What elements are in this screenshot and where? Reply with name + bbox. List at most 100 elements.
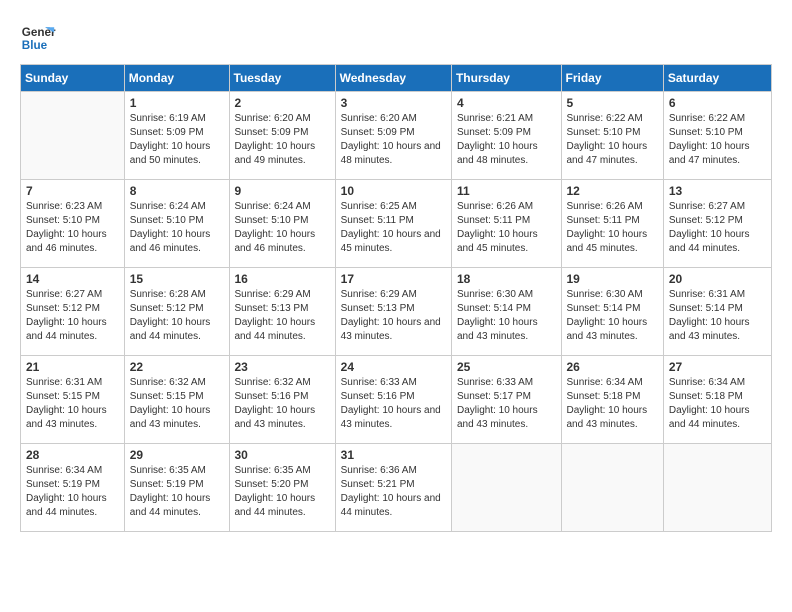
day-number: 2 <box>235 96 330 110</box>
svg-text:Blue: Blue <box>22 39 48 52</box>
day-info: Sunrise: 6:30 AM Sunset: 5:14 PM Dayligh… <box>457 288 556 344</box>
day-info: Sunrise: 6:27 AM Sunset: 5:12 PM Dayligh… <box>26 288 119 344</box>
day-number: 8 <box>130 184 224 198</box>
calendar-cell: 16 Sunrise: 6:29 AM Sunset: 5:13 PM Dayl… <box>229 268 335 356</box>
logo-icon: General Blue <box>20 20 56 56</box>
calendar-cell: 18 Sunrise: 6:30 AM Sunset: 5:14 PM Dayl… <box>451 268 561 356</box>
calendar-cell: 15 Sunrise: 6:28 AM Sunset: 5:12 PM Dayl… <box>124 268 229 356</box>
day-info: Sunrise: 6:34 AM Sunset: 5:19 PM Dayligh… <box>26 464 119 520</box>
day-number: 23 <box>235 360 330 374</box>
calendar-cell: 6 Sunrise: 6:22 AM Sunset: 5:10 PM Dayli… <box>663 92 771 180</box>
calendar-cell: 25 Sunrise: 6:33 AM Sunset: 5:17 PM Dayl… <box>451 356 561 444</box>
calendar-cell: 5 Sunrise: 6:22 AM Sunset: 5:10 PM Dayli… <box>561 92 663 180</box>
day-number: 27 <box>669 360 766 374</box>
day-number: 21 <box>26 360 119 374</box>
day-info: Sunrise: 6:20 AM Sunset: 5:09 PM Dayligh… <box>341 112 446 168</box>
calendar-cell <box>21 92 125 180</box>
day-info: Sunrise: 6:31 AM Sunset: 5:15 PM Dayligh… <box>26 376 119 432</box>
weekday-header-tuesday: Tuesday <box>229 65 335 92</box>
day-info: Sunrise: 6:25 AM Sunset: 5:11 PM Dayligh… <box>341 200 446 256</box>
week-row-4: 21 Sunrise: 6:31 AM Sunset: 5:15 PM Dayl… <box>21 356 772 444</box>
day-number: 30 <box>235 448 330 462</box>
day-info: Sunrise: 6:29 AM Sunset: 5:13 PM Dayligh… <box>235 288 330 344</box>
day-number: 16 <box>235 272 330 286</box>
day-info: Sunrise: 6:34 AM Sunset: 5:18 PM Dayligh… <box>669 376 766 432</box>
calendar-cell: 27 Sunrise: 6:34 AM Sunset: 5:18 PM Dayl… <box>663 356 771 444</box>
day-number: 18 <box>457 272 556 286</box>
calendar-cell: 9 Sunrise: 6:24 AM Sunset: 5:10 PM Dayli… <box>229 180 335 268</box>
weekday-header-saturday: Saturday <box>663 65 771 92</box>
day-info: Sunrise: 6:29 AM Sunset: 5:13 PM Dayligh… <box>341 288 446 344</box>
calendar-cell <box>451 444 561 532</box>
day-number: 5 <box>567 96 658 110</box>
day-number: 22 <box>130 360 224 374</box>
day-info: Sunrise: 6:36 AM Sunset: 5:21 PM Dayligh… <box>341 464 446 520</box>
calendar-cell: 19 Sunrise: 6:30 AM Sunset: 5:14 PM Dayl… <box>561 268 663 356</box>
day-info: Sunrise: 6:34 AM Sunset: 5:18 PM Dayligh… <box>567 376 658 432</box>
day-info: Sunrise: 6:26 AM Sunset: 5:11 PM Dayligh… <box>457 200 556 256</box>
day-info: Sunrise: 6:27 AM Sunset: 5:12 PM Dayligh… <box>669 200 766 256</box>
day-number: 10 <box>341 184 446 198</box>
day-number: 1 <box>130 96 224 110</box>
calendar-cell <box>663 444 771 532</box>
calendar-cell: 29 Sunrise: 6:35 AM Sunset: 5:19 PM Dayl… <box>124 444 229 532</box>
calendar-cell: 10 Sunrise: 6:25 AM Sunset: 5:11 PM Dayl… <box>335 180 451 268</box>
day-info: Sunrise: 6:24 AM Sunset: 5:10 PM Dayligh… <box>235 200 330 256</box>
calendar-cell: 11 Sunrise: 6:26 AM Sunset: 5:11 PM Dayl… <box>451 180 561 268</box>
calendar-cell: 2 Sunrise: 6:20 AM Sunset: 5:09 PM Dayli… <box>229 92 335 180</box>
calendar-cell: 17 Sunrise: 6:29 AM Sunset: 5:13 PM Dayl… <box>335 268 451 356</box>
day-info: Sunrise: 6:35 AM Sunset: 5:19 PM Dayligh… <box>130 464 224 520</box>
weekday-header-sunday: Sunday <box>21 65 125 92</box>
day-number: 6 <box>669 96 766 110</box>
day-number: 19 <box>567 272 658 286</box>
weekday-header-row: SundayMondayTuesdayWednesdayThursdayFrid… <box>21 65 772 92</box>
day-info: Sunrise: 6:23 AM Sunset: 5:10 PM Dayligh… <box>26 200 119 256</box>
calendar-cell: 8 Sunrise: 6:24 AM Sunset: 5:10 PM Dayli… <box>124 180 229 268</box>
day-number: 17 <box>341 272 446 286</box>
week-row-1: 1 Sunrise: 6:19 AM Sunset: 5:09 PM Dayli… <box>21 92 772 180</box>
calendar-cell: 22 Sunrise: 6:32 AM Sunset: 5:15 PM Dayl… <box>124 356 229 444</box>
day-number: 25 <box>457 360 556 374</box>
calendar-cell: 14 Sunrise: 6:27 AM Sunset: 5:12 PM Dayl… <box>21 268 125 356</box>
day-info: Sunrise: 6:22 AM Sunset: 5:10 PM Dayligh… <box>567 112 658 168</box>
calendar-cell: 28 Sunrise: 6:34 AM Sunset: 5:19 PM Dayl… <box>21 444 125 532</box>
day-number: 20 <box>669 272 766 286</box>
day-info: Sunrise: 6:30 AM Sunset: 5:14 PM Dayligh… <box>567 288 658 344</box>
day-number: 7 <box>26 184 119 198</box>
day-number: 24 <box>341 360 446 374</box>
day-number: 14 <box>26 272 119 286</box>
calendar-cell: 3 Sunrise: 6:20 AM Sunset: 5:09 PM Dayli… <box>335 92 451 180</box>
calendar-cell: 12 Sunrise: 6:26 AM Sunset: 5:11 PM Dayl… <box>561 180 663 268</box>
page-header: General Blue <box>20 20 772 56</box>
calendar-cell: 4 Sunrise: 6:21 AM Sunset: 5:09 PM Dayli… <box>451 92 561 180</box>
calendar-cell: 20 Sunrise: 6:31 AM Sunset: 5:14 PM Dayl… <box>663 268 771 356</box>
day-info: Sunrise: 6:35 AM Sunset: 5:20 PM Dayligh… <box>235 464 330 520</box>
day-number: 11 <box>457 184 556 198</box>
logo: General Blue <box>20 20 62 56</box>
day-number: 13 <box>669 184 766 198</box>
calendar-cell: 13 Sunrise: 6:27 AM Sunset: 5:12 PM Dayl… <box>663 180 771 268</box>
week-row-5: 28 Sunrise: 6:34 AM Sunset: 5:19 PM Dayl… <box>21 444 772 532</box>
calendar-table: SundayMondayTuesdayWednesdayThursdayFrid… <box>20 64 772 532</box>
calendar-cell: 31 Sunrise: 6:36 AM Sunset: 5:21 PM Dayl… <box>335 444 451 532</box>
calendar-cell: 26 Sunrise: 6:34 AM Sunset: 5:18 PM Dayl… <box>561 356 663 444</box>
calendar-cell: 30 Sunrise: 6:35 AM Sunset: 5:20 PM Dayl… <box>229 444 335 532</box>
day-info: Sunrise: 6:19 AM Sunset: 5:09 PM Dayligh… <box>130 112 224 168</box>
weekday-header-friday: Friday <box>561 65 663 92</box>
day-info: Sunrise: 6:31 AM Sunset: 5:14 PM Dayligh… <box>669 288 766 344</box>
calendar-cell: 1 Sunrise: 6:19 AM Sunset: 5:09 PM Dayli… <box>124 92 229 180</box>
day-info: Sunrise: 6:32 AM Sunset: 5:16 PM Dayligh… <box>235 376 330 432</box>
day-number: 3 <box>341 96 446 110</box>
day-number: 28 <box>26 448 119 462</box>
day-info: Sunrise: 6:26 AM Sunset: 5:11 PM Dayligh… <box>567 200 658 256</box>
calendar-cell <box>561 444 663 532</box>
day-info: Sunrise: 6:33 AM Sunset: 5:17 PM Dayligh… <box>457 376 556 432</box>
calendar-cell: 21 Sunrise: 6:31 AM Sunset: 5:15 PM Dayl… <box>21 356 125 444</box>
week-row-2: 7 Sunrise: 6:23 AM Sunset: 5:10 PM Dayli… <box>21 180 772 268</box>
calendar-cell: 24 Sunrise: 6:33 AM Sunset: 5:16 PM Dayl… <box>335 356 451 444</box>
day-info: Sunrise: 6:33 AM Sunset: 5:16 PM Dayligh… <box>341 376 446 432</box>
day-number: 4 <box>457 96 556 110</box>
day-number: 29 <box>130 448 224 462</box>
day-info: Sunrise: 6:21 AM Sunset: 5:09 PM Dayligh… <box>457 112 556 168</box>
weekday-header-thursday: Thursday <box>451 65 561 92</box>
